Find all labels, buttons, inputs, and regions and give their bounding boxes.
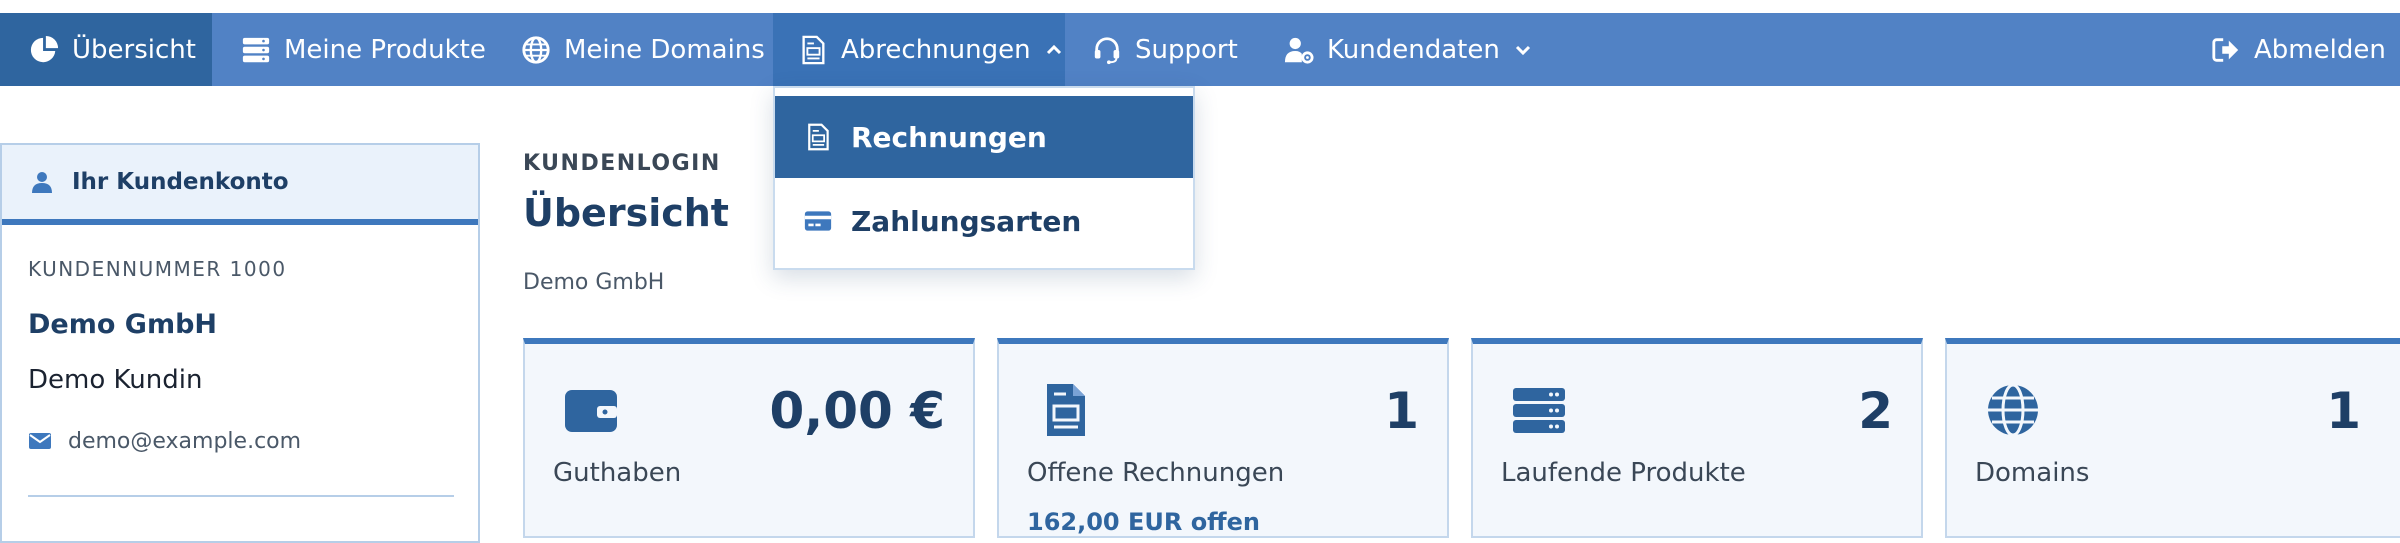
- nav-item-meine-produkte[interactable]: Meine Produkte: [212, 13, 508, 86]
- card-domains[interactable]: 1 Domains: [1945, 338, 2400, 538]
- top-navigation: Übersicht Meine Produkte Meine Domains A…: [0, 13, 2400, 86]
- company-name: Demo GmbH: [28, 309, 218, 340]
- page-overline: KUNDENLOGIN: [523, 151, 721, 176]
- contact-person: Demo Kundin: [28, 365, 203, 395]
- abrechnungen-dropdown-menu: Rechnungen Zahlungsarten: [773, 86, 1195, 270]
- pie-chart-icon: [28, 34, 60, 66]
- server-icon: [1511, 382, 1567, 438]
- dropdown-item-label: Zahlungsarten: [851, 204, 1082, 238]
- invoice-icon: [1037, 382, 1093, 438]
- card-extra-link[interactable]: 162,00 EUR offen: [1027, 508, 1260, 536]
- chevron-down-icon: [1514, 41, 1532, 59]
- card-label: Laufende Produkte: [1501, 458, 1746, 488]
- email-row: demo@example.com: [28, 429, 301, 454]
- customer-number: KUNDENNUMMER 1000: [28, 257, 287, 281]
- nav-item-uebersicht[interactable]: Übersicht: [0, 13, 212, 86]
- dropdown-item-label: Rechnungen: [851, 120, 1047, 154]
- nav-item-meine-domains[interactable]: Meine Domains: [508, 13, 773, 86]
- nav-item-kundendaten[interactable]: Kundendaten: [1269, 13, 1549, 86]
- card-guthaben[interactable]: 0,00 € Guthaben: [523, 338, 975, 538]
- user-gear-icon: [1283, 34, 1315, 66]
- server-icon: [240, 34, 272, 66]
- globe-icon: [520, 34, 552, 66]
- chevron-up-icon: [1045, 41, 1063, 59]
- sign-out-icon: [2210, 34, 2242, 66]
- card-value: 1: [2326, 382, 2361, 440]
- nav-item-support[interactable]: Support: [1065, 13, 1269, 86]
- panel-header-label: Ihr Kundenkonto: [72, 169, 289, 195]
- card-value: 0,00 €: [769, 382, 945, 440]
- wallet-icon: [563, 382, 619, 438]
- nav-item-label: Kundendaten: [1327, 34, 1500, 65]
- dropdown-item-zahlungsarten[interactable]: Zahlungsarten: [775, 180, 1193, 262]
- envelope-icon: [28, 431, 54, 453]
- nav-item-label: Meine Domains: [564, 34, 765, 65]
- logout-label: Abmelden: [2254, 34, 2386, 65]
- divider: [28, 495, 454, 497]
- credit-card-icon: [801, 204, 835, 238]
- invoice-icon: [801, 120, 835, 154]
- page-subtitle: Demo GmbH: [523, 270, 665, 295]
- globe-icon: [1985, 382, 2041, 438]
- panel-header: Ihr Kundenkonto: [2, 145, 478, 225]
- card-value: 2: [1858, 382, 1893, 440]
- nav-item-label: Übersicht: [72, 34, 196, 65]
- card-offene-rechnungen[interactable]: 1 Offene Rechnungen 162,00 EUR offen: [997, 338, 1449, 538]
- nav-item-label: Support: [1135, 34, 1238, 65]
- card-label: Domains: [1975, 458, 2090, 488]
- customer-account-panel: Ihr Kundenkonto KUNDENNUMMER 1000 Demo G…: [0, 143, 480, 543]
- nav-item-abrechnungen[interactable]: Abrechnungen: [773, 13, 1065, 86]
- page-title: Übersicht: [523, 191, 729, 235]
- card-label: Guthaben: [553, 458, 682, 488]
- card-value: 1: [1384, 382, 1419, 440]
- card-label: Offene Rechnungen: [1027, 458, 1285, 488]
- card-laufende-produkte[interactable]: 2 Laufende Produkte: [1471, 338, 1923, 538]
- email-address: demo@example.com: [68, 429, 302, 454]
- logout-button[interactable]: Abmelden: [2186, 13, 2400, 86]
- dropdown-item-rechnungen[interactable]: Rechnungen: [775, 96, 1193, 178]
- user-icon: [30, 170, 54, 194]
- headset-icon: [1091, 34, 1123, 66]
- nav-item-label: Abrechnungen: [841, 34, 1031, 65]
- invoice-icon: [797, 34, 829, 66]
- nav-item-label: Meine Produkte: [284, 34, 486, 65]
